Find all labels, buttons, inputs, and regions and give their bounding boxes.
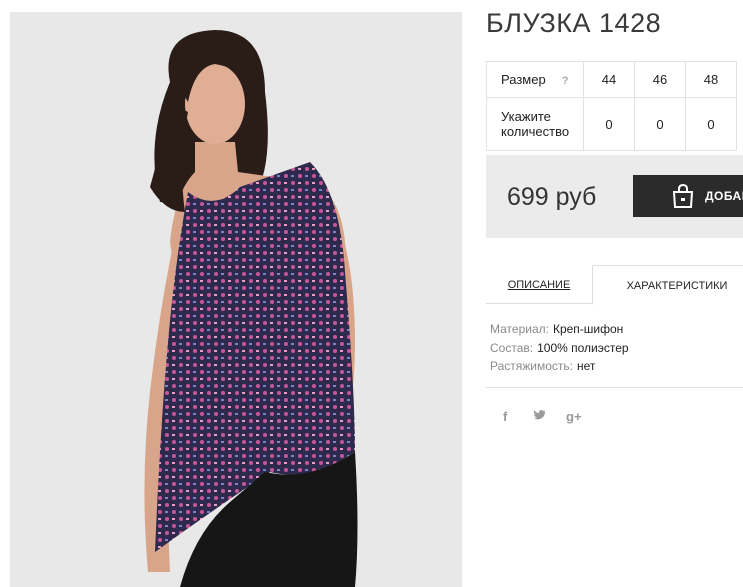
spec-value: Креп-шифон <box>552 322 624 336</box>
size-option-46[interactable]: 46 <box>634 61 686 98</box>
quantity-row: Укажите количество 0 0 0 <box>486 97 737 151</box>
add-to-cart-label: ДОБАВ <box>705 189 743 203</box>
size-label-cell: Размер? <box>486 61 584 98</box>
spec-key: Состав: <box>490 340 534 355</box>
characteristics-list: Материал: Креп-шифон Состав: 100% полиэсте… <box>490 320 629 376</box>
spec-value: нет <box>577 359 596 373</box>
product-photo[interactable] <box>10 12 462 587</box>
buy-panel: 699 руб ДОБАВ <box>486 155 743 238</box>
spec-key: Растяжимость: <box>490 359 574 373</box>
spec-row-composition: Состав: 100% полиэстер <box>490 339 629 358</box>
size-row: Размер? 44 46 48 <box>486 61 737 98</box>
divider <box>486 387 743 388</box>
product-title: БЛУЗКА 1428 <box>486 8 662 38</box>
product-photo-illustration <box>10 12 462 587</box>
tab-description[interactable]: ОПИСАНИЕ <box>486 265 592 304</box>
quantity-label-cell: Укажите количество <box>486 97 584 151</box>
quantity-label-line1: Укажите <box>501 109 551 124</box>
spec-row-stretch: Растяжимость: нет <box>490 357 629 376</box>
add-to-cart-button[interactable]: ДОБАВ <box>633 175 743 217</box>
quantity-input-44[interactable]: 0 <box>583 97 635 151</box>
size-quantity-table: Размер? 44 46 48 Укажите количество 0 0 … <box>486 61 737 151</box>
spec-value: 100% полиэстер <box>537 340 629 355</box>
facebook-icon[interactable]: f <box>503 409 507 424</box>
shopping-bag-icon <box>670 183 696 214</box>
size-option-48[interactable]: 48 <box>685 61 737 98</box>
quantity-label-line2: количество <box>501 124 570 139</box>
google-plus-icon[interactable]: g+ <box>566 409 582 424</box>
size-label: Размер <box>501 72 546 87</box>
size-help-icon[interactable]: ? <box>562 75 569 87</box>
tab-characteristics[interactable]: ХАРАКТЕРИСТИКИ <box>592 265 743 305</box>
spec-row-material: Материал: Креп-шифон <box>490 320 629 339</box>
quantity-input-48[interactable]: 0 <box>685 97 737 151</box>
size-option-44[interactable]: 44 <box>583 61 635 98</box>
product-tabs: ОПИСАНИЕ ХАРАКТЕРИСТИКИ <box>486 265 743 305</box>
price: 699 руб <box>507 183 597 211</box>
quantity-input-46[interactable]: 0 <box>634 97 686 151</box>
spec-key: Материал: <box>490 322 549 336</box>
twitter-icon[interactable] <box>533 409 547 424</box>
